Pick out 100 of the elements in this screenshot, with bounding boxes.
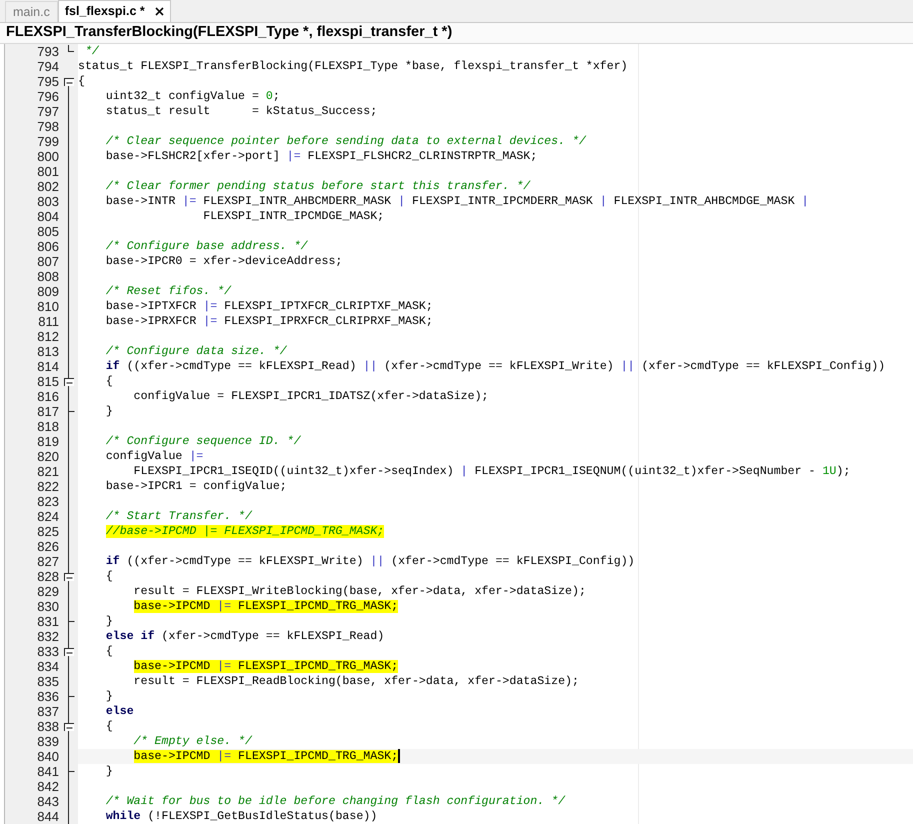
line-number: 842 [37,779,59,794]
line-number: 819 [37,434,59,449]
code-line: base->FLSHCR2[xfer->port] |= FLEXSPI_FLSHCR2_CLRINSTRPTR_MASK; [106,150,538,163]
code-line: base->IPRXFCR |= FLEXSPI_IPRXFCR_CLRIPRXF_MASK; [106,315,433,328]
code-line: /* Configure data size. */ [106,345,287,358]
line-number: 797 [37,104,59,119]
collapse-icon[interactable] [63,376,74,386]
code-line: base->IPCR1 = configValue; [106,480,287,493]
line-number: 805 [37,224,59,239]
code-line: status_t result = kStatus_Success; [106,105,378,118]
line-number: 836 [37,689,59,704]
code-line: /* Reset fifos. */ [106,285,232,298]
line-number: 811 [38,314,59,329]
line-number: 844 [37,809,59,824]
line-number: 826 [37,539,59,554]
line-number: 816 [37,389,59,404]
line-number: 798 [37,119,59,134]
code-line: uint32_t configValue = 0; [106,90,280,103]
line-number: 829 [37,584,59,599]
editor-tab[interactable]: main.c [5,1,58,22]
code-line: while (!FLEXSPI_GetBusIdleStatus(base)) [106,810,378,823]
function-signature: FLEXSPI_TransferBlocking(FLEXSPI_Type *, flexspi_transfer_t *) [6,23,452,42]
line-number: 793 [37,44,59,59]
line-number: 803 [37,194,59,209]
line-number: 804 [37,209,59,224]
code-line: { [106,720,113,733]
line-number: 824 [37,509,59,524]
text-cursor [398,749,400,763]
collapse-icon[interactable] [63,721,74,731]
line-number: 828 [37,569,59,584]
line-number: 832 [37,629,59,644]
line-number: 800 [37,149,59,164]
collapse-icon[interactable] [63,646,74,656]
code-line: status_t FLEXSPI_TransferBlocking(FLEXSPI_Type *base, flexspi_transfer_t *xfer) [78,60,628,73]
collapse-icon[interactable] [63,76,74,86]
code-line: } [106,690,113,703]
code-line: base->INTR |= FLEXSPI_INTR_AHBCMDERR_MASK | FLEXSPI_INTR_IPCMDERR_MASK | FLEXSPI_INTR_AHBCMDGE_MASK | [106,195,809,208]
code-line: configValue |= [106,450,204,463]
line-number: 821 [37,464,59,479]
code-line: /* Configure base address. */ [106,240,308,253]
code-line: if ((xfer->cmdType == kFLEXSPI_Read) || (xfer->cmdType == kFLEXSPI_Write) || (xfer->cmdType == kFLEXSPI_Config)) [106,360,886,373]
line-number: 801 [37,164,59,179]
code-line: /* Configure sequence ID. */ [106,435,301,448]
line-number: 834 [37,659,59,674]
line-number: 812 [37,329,59,344]
line-number: 831 [37,614,59,629]
code-line: base->IPCR0 = xfer->deviceAddress; [106,255,342,268]
line-number: 823 [37,494,59,509]
code-line: configValue = FLEXSPI_IPCR1_IDATSZ(xfer->dataSize); [134,390,488,403]
code-line: } [106,765,113,778]
line-number: 809 [37,284,59,299]
line-number: 839 [37,734,59,749]
line-number: 835 [37,674,59,689]
code-line: } [106,615,113,628]
line-number: 822 [37,479,59,494]
line-number: 810 [37,299,59,314]
line-number: 815 [37,374,59,389]
line-number: 806 [37,239,59,254]
line-number: 794 [37,59,59,74]
line-number: 814 [37,359,59,374]
line-number: 840 [37,749,59,764]
code-line: /* Clear sequence pointer before sending data to external devices. */ [106,135,586,148]
code-line: { [78,75,85,88]
code-line: } [106,405,113,418]
code-line: /* Wait for bus to be idle before changing flash configuration. */ [106,795,566,808]
line-number: 807 [37,254,59,269]
line-number: 843 [37,794,59,809]
close-icon[interactable] [154,7,164,16]
code-line: { [106,375,113,388]
code-line: /* Clear former pending status before start this transfer. */ [106,180,530,193]
code-line: else if (xfer->cmdType == kFLEXSPI_Read) [106,630,384,643]
collapse-icon[interactable] [63,571,74,581]
code-line: base->IPTXFCR |= FLEXSPI_IPTXFCR_CLRIPTXF_MASK; [106,300,433,313]
code-line: FLEXSPI_INTR_IPCMDGE_MASK; [203,210,384,223]
line-number: 818 [37,419,59,434]
code-line: /* Start Transfer. */ [106,510,252,523]
line-number: 817 [37,404,59,419]
line-number: 841 [37,764,59,779]
line-number: 827 [37,554,59,569]
code-line: if ((xfer->cmdType == kFLEXSPI_Write) || (xfer->cmdType == kFLEXSPI_Config)) [106,555,635,568]
code-line: /* Empty else. */ [134,735,252,748]
line-number: 802 [37,179,59,194]
code-line: */ [84,45,99,58]
line-number: 813 [37,344,59,359]
code-line: result = FLEXSPI_ReadBlocking(base, xfer->data, xfer->dataSize); [134,675,579,688]
line-number: 799 [37,134,59,149]
line-number: 795 [37,74,59,89]
line-number: 833 [37,644,59,659]
line-number: 837 [37,704,59,719]
line-number: 830 [37,599,59,614]
code-line: else [106,705,134,718]
line-number: 820 [37,449,59,464]
line-number: 838 [37,719,59,734]
line-number: 825 [37,524,59,539]
code-line: result = FLEXSPI_WriteBlocking(base, xfer->data, xfer->dataSize); [134,585,586,598]
code-line: { [106,570,113,583]
line-number: 796 [37,89,59,104]
code-line: FLEXSPI_IPCR1_ISEQID((uint32_t)xfer->seqIndex) | FLEXSPI_IPCR1_ISEQNUM((uint32_t)xfer->SeqNumber - 1U); [134,465,850,478]
editor-tab[interactable]: fsl_flexspi.c * [58,0,171,22]
line-number: 808 [37,269,59,284]
